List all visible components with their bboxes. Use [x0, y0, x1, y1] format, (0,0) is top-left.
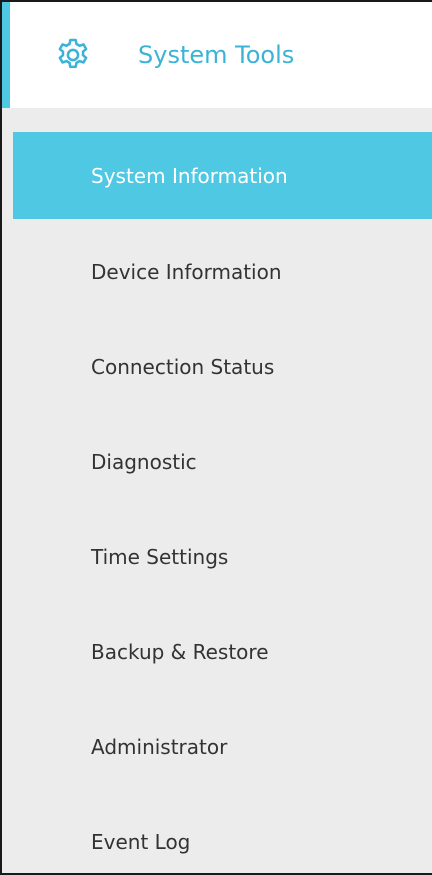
menu-item-device-information[interactable]: Device Information — [13, 227, 432, 317]
section-title: System Tools — [138, 41, 295, 69]
sidebar-panel: System Tools System Information Device I… — [0, 0, 432, 875]
menu-item-backup-restore[interactable]: Backup & Restore — [13, 607, 432, 697]
menu-item-label: Administrator — [91, 735, 228, 759]
menu-item-label: System Information — [91, 164, 288, 188]
gear-icon — [54, 36, 92, 74]
menu-item-label: Time Settings — [91, 545, 229, 569]
menu-item-label: Diagnostic — [91, 450, 197, 474]
menu-item-label: Backup & Restore — [91, 640, 269, 664]
menu-item-time-settings[interactable]: Time Settings — [13, 512, 432, 602]
menu-item-label: Event Log — [91, 830, 191, 854]
menu-item-diagnostic[interactable]: Diagnostic — [13, 417, 432, 507]
menu-item-label: Connection Status — [91, 355, 275, 379]
system-tools-menu: System Information Device Information Co… — [13, 132, 432, 873]
menu-item-event-log[interactable]: Event Log — [13, 797, 432, 873]
menu-item-connection-status[interactable]: Connection Status — [13, 322, 432, 412]
menu-item-administrator[interactable]: Administrator — [13, 702, 432, 792]
sidebar-header[interactable]: System Tools — [2, 2, 432, 108]
menu-item-system-information[interactable]: System Information — [13, 132, 432, 219]
menu-item-label: Device Information — [91, 260, 282, 284]
